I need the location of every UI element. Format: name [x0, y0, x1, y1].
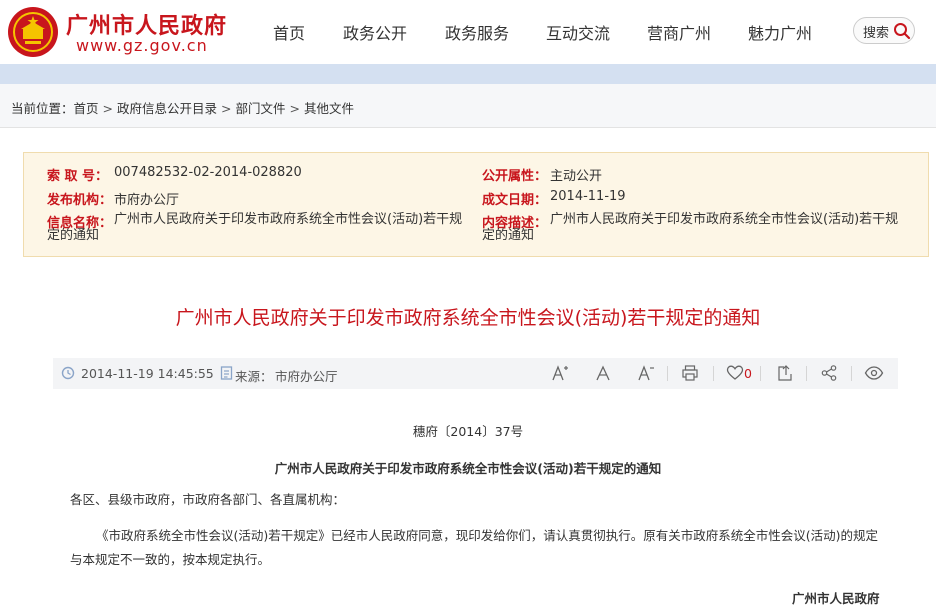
search-label: 搜索: [863, 26, 890, 41]
toolbar-divider: [760, 366, 761, 381]
nav-item-charm[interactable]: 魅力广州: [748, 20, 812, 44]
search-icon: [894, 23, 911, 40]
font-reset-icon[interactable]: [594, 364, 612, 382]
heart-icon[interactable]: [726, 364, 744, 382]
document-meta-box: 索 取 号： 007482532-02-2014-028820 公开属性： 主动…: [23, 152, 929, 257]
clock-icon: [61, 366, 75, 380]
article-toolbar: 2014-11-19 14:45:55 来源： 市府办公厅 0: [53, 358, 898, 389]
nav-item-interaction[interactable]: 互动交流: [546, 20, 610, 44]
search-button[interactable]: 搜索: [853, 17, 915, 44]
share-out-icon[interactable]: [776, 364, 794, 382]
breadcrumb-other-files[interactable]: 其他文件: [304, 101, 354, 116]
source-label: 来源：: [235, 369, 273, 384]
print-icon[interactable]: [681, 364, 699, 382]
font-increase-icon[interactable]: [551, 364, 569, 382]
breadcrumb-bar: 当前位置：首页 > 政府信息公开目录 > 部门文件 > 其他文件: [0, 84, 936, 128]
meta-index-label: 索 取 号：: [47, 169, 109, 184]
nav-item-government-services[interactable]: 政务服务: [445, 20, 509, 44]
toolbar-divider: [851, 366, 852, 381]
font-decrease-icon[interactable]: [637, 364, 655, 382]
salutation: 各区、县级市政府，市政府各部门、各直属机构：: [70, 492, 346, 507]
like-count: 0: [744, 366, 752, 381]
eye-icon[interactable]: [864, 364, 884, 382]
breadcrumb-department-files[interactable]: 部门文件: [236, 101, 286, 116]
site-header: 广州市人民政府 www.gz.gov.cn 首页 政务公开 政务服务 互动交流 …: [0, 0, 936, 64]
meta-open-label: 公开属性：: [482, 169, 548, 184]
document-title: 广州市人民政府关于印发市政府系统全市性会议(活动)若干规定的通知: [274, 461, 662, 476]
breadcrumb-prefix: 当前位置：: [11, 101, 74, 116]
meta-index-value: 007482532-02-2014-028820: [114, 165, 302, 180]
header-band: [0, 64, 936, 84]
toolbar-divider: [806, 366, 807, 381]
breadcrumb-home[interactable]: 首页: [74, 101, 99, 116]
breadcrumb-separator: >: [289, 101, 301, 116]
meta-desc-value: 广州市人民政府关于印发市政府系统全市性会议(活动)若干规定的通知: [482, 212, 899, 243]
meta-name-value: 广州市人民政府关于印发市政府系统全市性会议(活动)若干规定的通知: [47, 212, 463, 243]
article-title: 广州市人民政府关于印发市政府系统全市性会议(活动)若干规定的通知: [175, 307, 761, 329]
meta-publisher-label: 发布机构：: [47, 193, 113, 208]
nav-item-business[interactable]: 营商广州: [647, 20, 711, 44]
toolbar-divider: [713, 366, 714, 381]
document-number: 穗府〔2014〕37号: [412, 424, 524, 439]
article-datetime: 2014-11-19 14:45:55: [81, 366, 214, 381]
breadcrumb-catalog[interactable]: 政府信息公开目录: [117, 101, 217, 116]
document-icon: [220, 366, 233, 380]
meta-publisher-value: 市府办公厅: [114, 193, 180, 208]
meta-date-label: 成文日期：: [482, 193, 548, 208]
breadcrumb: 当前位置：首页 > 政府信息公开目录 > 部门文件 > 其他文件: [11, 98, 354, 117]
breadcrumb-separator: >: [221, 101, 232, 116]
site-url: www.gz.gov.cn: [76, 36, 208, 55]
source-value: 市府办公厅: [275, 369, 338, 384]
meta-date-value: 2014-11-19: [550, 189, 626, 204]
national-emblem-icon[interactable]: [8, 7, 58, 57]
nav-item-home[interactable]: 首页: [273, 20, 305, 44]
meta-open-value: 主动公开: [550, 169, 603, 184]
toolbar-divider: [667, 366, 668, 381]
share-icon[interactable]: [820, 364, 838, 382]
breadcrumb-separator: >: [102, 101, 114, 116]
body-paragraph: 《市政府系统全市性会议(活动)若干规定》已经市人民政府同意，现印发给你们，请认真…: [70, 528, 879, 567]
signature: 广州市人民政府: [792, 591, 880, 606]
nav-item-government-affairs[interactable]: 政务公开: [343, 20, 407, 44]
